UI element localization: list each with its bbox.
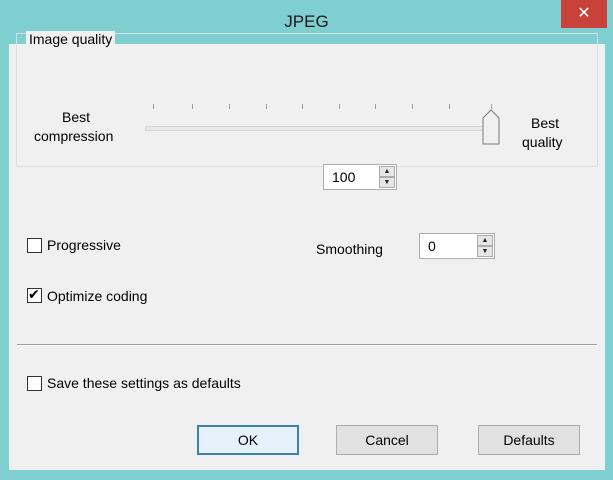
quality-spinbox[interactable]: 100 ▲ ▼: [323, 164, 397, 190]
jpeg-dialog: JPEG ✕ Image quality Best compression Be…: [0, 0, 613, 480]
window-title: JPEG: [284, 12, 329, 31]
close-icon: ✕: [577, 5, 591, 22]
smoothing-label: Smoothing: [316, 241, 383, 257]
slider-tick: [375, 104, 376, 109]
smoothing-spin-buttons[interactable]: ▲ ▼: [477, 235, 493, 257]
slider-tick: [449, 104, 450, 109]
cancel-button[interactable]: Cancel: [336, 425, 438, 455]
smoothing-value[interactable]: 0: [428, 238, 436, 254]
chevron-down-icon: ▼: [481, 248, 489, 255]
defaults-button[interactable]: Defaults: [478, 425, 580, 455]
slider-tick: [412, 104, 413, 109]
best-quality-label-line1: Best: [531, 115, 560, 131]
save-defaults-label[interactable]: Save these settings as defaults: [47, 375, 241, 392]
close-button[interactable]: ✕: [561, 0, 607, 28]
quality-slider-track[interactable]: [145, 126, 491, 131]
checkmark-icon: ✔: [28, 286, 40, 302]
quality-value[interactable]: 100: [332, 169, 355, 185]
image-quality-group: [16, 33, 598, 167]
slider-tick: [192, 104, 193, 109]
slider-tick: [229, 104, 230, 109]
optimize-coding-label[interactable]: Optimize coding: [47, 288, 147, 305]
best-compression-label-line2: compression: [34, 128, 114, 144]
optimize-coding-checkbox[interactable]: ✔: [27, 286, 42, 303]
smoothing-spinbox[interactable]: 0 ▲ ▼: [419, 233, 495, 259]
quality-up-button[interactable]: ▲: [379, 166, 395, 177]
chevron-down-icon: ▼: [383, 179, 391, 186]
progressive-label[interactable]: Progressive: [47, 237, 121, 254]
chevron-up-icon: ▲: [481, 237, 489, 244]
slider-tick: [153, 104, 154, 109]
best-quality-label-line2: quality: [522, 134, 563, 150]
ok-button[interactable]: OK: [197, 425, 299, 455]
slider-tick: [266, 104, 267, 109]
separator: [17, 344, 597, 346]
image-quality-group-label: Image quality: [26, 31, 116, 47]
slider-tick: [339, 104, 340, 109]
quality-spin-buttons[interactable]: ▲ ▼: [379, 166, 395, 188]
quality-slider-thumb[interactable]: [482, 109, 500, 145]
progressive-checkbox[interactable]: [27, 238, 42, 253]
best-compression-label-line1: Best: [62, 109, 91, 125]
slider-tick: [302, 104, 303, 109]
quality-down-button[interactable]: ▼: [379, 177, 395, 188]
save-defaults-checkbox[interactable]: [27, 376, 42, 391]
smoothing-down-button[interactable]: ▼: [477, 246, 493, 257]
chevron-up-icon: ▲: [383, 168, 391, 175]
smoothing-up-button[interactable]: ▲: [477, 235, 493, 246]
